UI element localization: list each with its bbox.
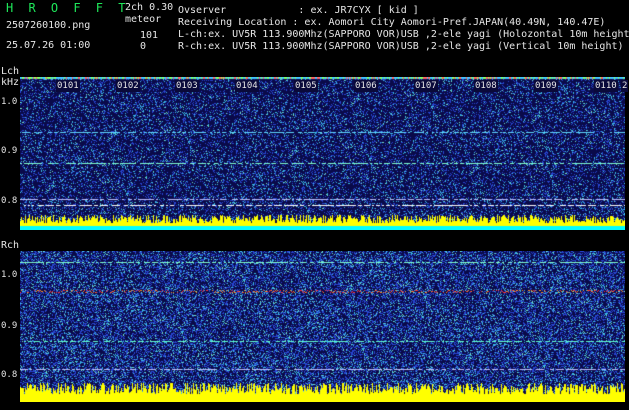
version-label: 2ch 0.30 — [125, 2, 174, 13]
time-tick: 0110 — [594, 80, 618, 92]
lch-ytick: 1.0 — [1, 97, 18, 107]
time-tick: 0103 — [175, 80, 199, 92]
rch-label: Rch — [1, 240, 20, 251]
app-title: H R O F F T — [6, 1, 130, 15]
rch-meteor-count: 0 — [140, 41, 147, 52]
time-tick: 0101 — [56, 80, 80, 92]
rch-ytick: 0.8 — [1, 370, 18, 380]
filename-label: 2507260100.png — [6, 20, 91, 31]
lch-info-line: L-ch:ex. UV5R 113.900Mhz(SAPPORO VOR)USB… — [178, 29, 629, 40]
rch-info-line: R-ch:ex. UV5R 113.900Mhz(SAPPORO VOR)USB… — [178, 41, 624, 52]
time-tick: 0106 — [354, 80, 378, 92]
time-tick: 0107 — [414, 80, 438, 92]
lch-ytick: 0.8 — [1, 196, 18, 206]
location-line: Receiving Location : ex. Aomori City Aom… — [178, 17, 606, 28]
lch-ytick: 0.9 — [1, 146, 18, 156]
observer-line: Ovserver : ex. JR7CYX [ kid ] — [178, 5, 419, 16]
datetime-label: 25.07.26 01:00 — [6, 40, 91, 51]
lch-unit-label: kHz — [1, 77, 20, 88]
time-tick: 2 — [621, 80, 629, 92]
rch-spectrogram — [20, 251, 625, 402]
lch-spectrogram — [20, 77, 625, 230]
time-tick: 0104 — [235, 80, 259, 92]
time-tick: 0105 — [294, 80, 318, 92]
time-tick: 0109 — [534, 80, 558, 92]
rch-ytick: 1.0 — [1, 270, 18, 280]
time-tick: 0108 — [474, 80, 498, 92]
time-tick: 0102 — [116, 80, 140, 92]
rch-ytick: 0.9 — [1, 321, 18, 331]
meteor-label: meteor — [125, 14, 162, 25]
